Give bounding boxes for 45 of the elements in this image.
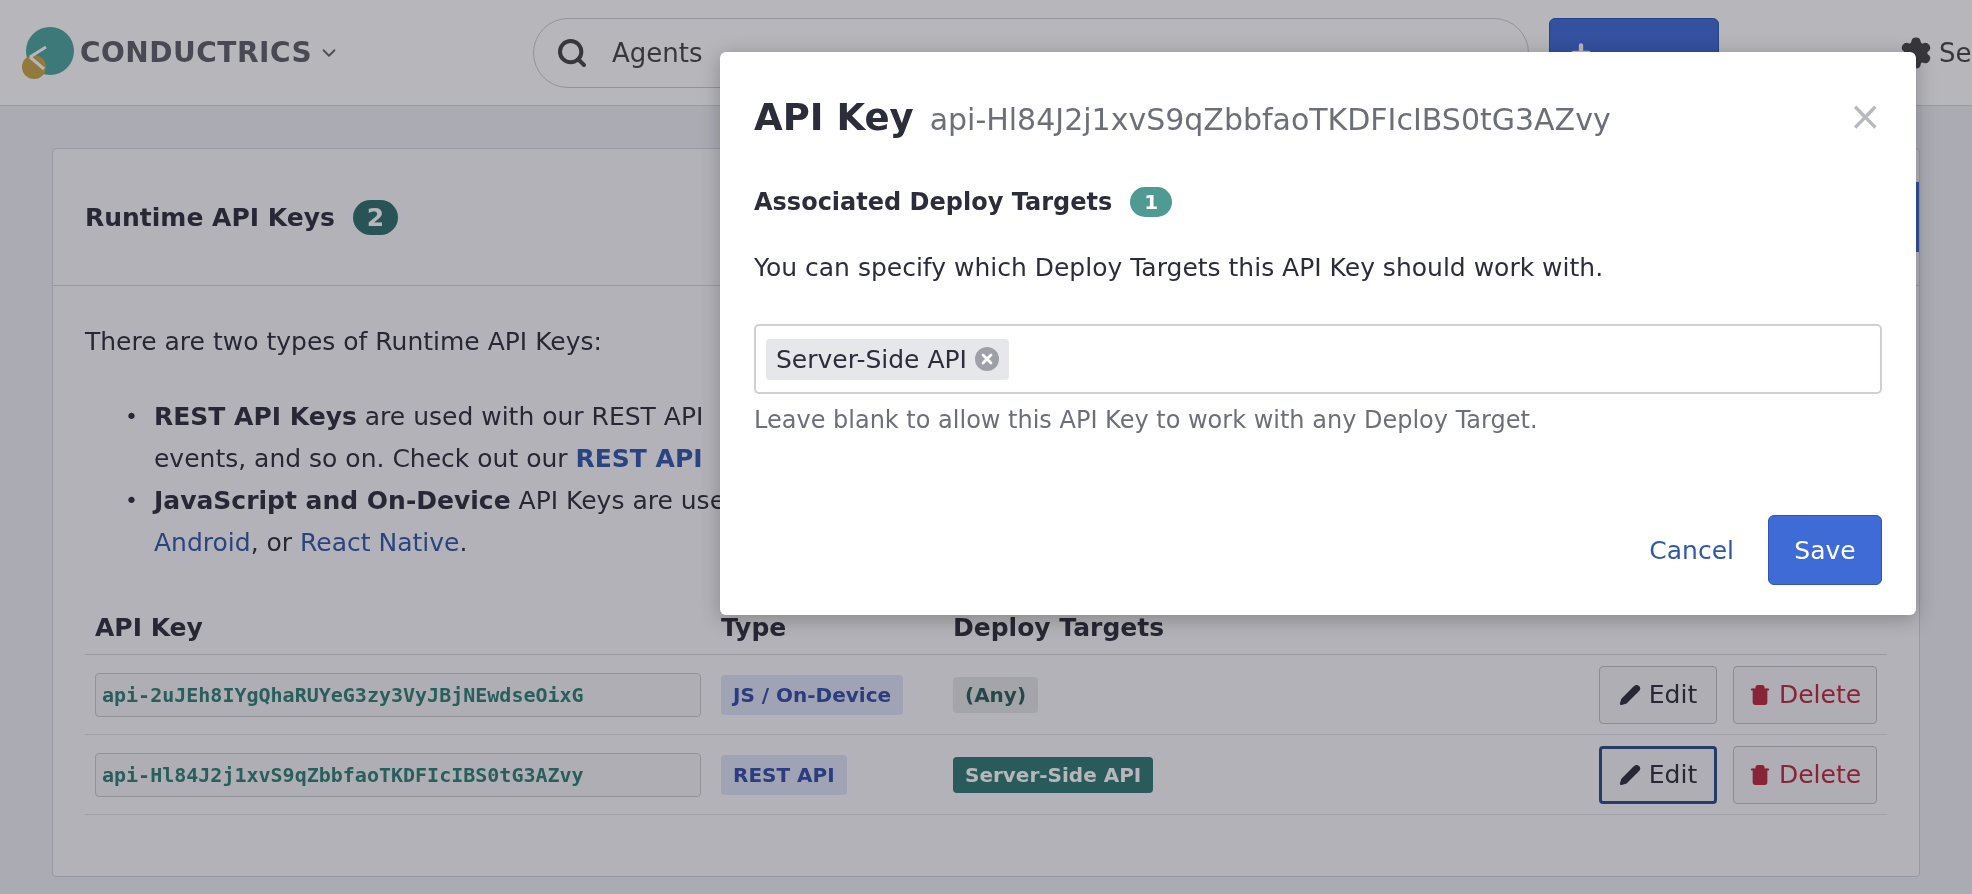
logo-icon xyxy=(20,24,74,81)
android-link[interactable]: Android xyxy=(154,528,251,557)
period-text: . xyxy=(459,528,468,557)
type-badge: REST API xyxy=(721,754,847,795)
react-native-link[interactable]: React Native xyxy=(300,528,460,557)
column-header: Type xyxy=(721,612,788,642)
intro-text: There are two types of Runtime API Keys: xyxy=(85,327,603,356)
target-tag: Server-Side API xyxy=(766,338,1009,380)
deploy-target-badge: Server-Side API xyxy=(953,756,1154,793)
pencil-icon xyxy=(1618,683,1641,706)
count-badge: 2 xyxy=(352,199,399,235)
remove-icon[interactable] xyxy=(974,347,999,371)
api-key-field[interactable]: api-2uJEh8IYgQhaRUYeG3zy3VyJBjNEwdseOixG xyxy=(95,672,701,717)
card-title: Runtime API Keys xyxy=(85,202,335,232)
delete-button[interactable]: Delete xyxy=(1733,745,1877,804)
help-text: Leave blank to allow this API Key to work with any Deploy Target. xyxy=(754,406,1539,434)
delete-button[interactable]: Delete xyxy=(1733,665,1877,724)
column-header: Deploy Targets xyxy=(953,612,1166,642)
cancel-button[interactable]: Cancel xyxy=(1649,535,1734,565)
bullet-text: , or xyxy=(250,528,293,557)
search-input[interactable]: Agents xyxy=(610,36,1506,69)
search-icon xyxy=(556,36,588,69)
rest-api-link[interactable]: REST API xyxy=(575,444,703,473)
column-header: API Key xyxy=(95,612,204,642)
bullet-marker: • xyxy=(125,403,138,431)
deploy-target-badge: (Any) xyxy=(953,676,1039,713)
settings-label[interactable]: Se xyxy=(1939,37,1972,68)
deploy-targets-field[interactable]: Server-Side API xyxy=(754,324,1882,394)
bullet-marker: • xyxy=(125,487,138,515)
bullet-text: events, and so on. Check out our xyxy=(154,444,568,473)
section-title: Associated Deploy Targets xyxy=(754,188,1113,216)
save-button[interactable]: Save xyxy=(1768,515,1882,585)
description-text: You can specify which Deploy Targets this API Key should work with. xyxy=(754,253,1605,282)
bullet-text: REST API Keys are used with our REST API xyxy=(154,401,704,433)
trash-icon xyxy=(1748,683,1771,706)
brand-name[interactable]: CONDUCTRICS xyxy=(80,36,313,69)
edit-button[interactable]: Edit xyxy=(1599,665,1717,724)
dialog-title: API Key xyxy=(754,96,914,139)
edit-button[interactable]: Edit xyxy=(1599,745,1717,804)
count-badge: 1 xyxy=(1130,187,1173,217)
trash-icon xyxy=(1748,763,1771,786)
pencil-icon xyxy=(1618,763,1641,786)
dialog-subtitle: api-Hl84J2j1xvS9qZbbfaoTKDFIcIBS0tG3AZvy xyxy=(929,102,1611,137)
type-badge: JS / On-Device xyxy=(721,674,904,715)
api-key-field[interactable]: api-Hl84J2j1xvS9qZbbfaoTKDFIcIBS0tG3AZvy xyxy=(95,752,701,797)
